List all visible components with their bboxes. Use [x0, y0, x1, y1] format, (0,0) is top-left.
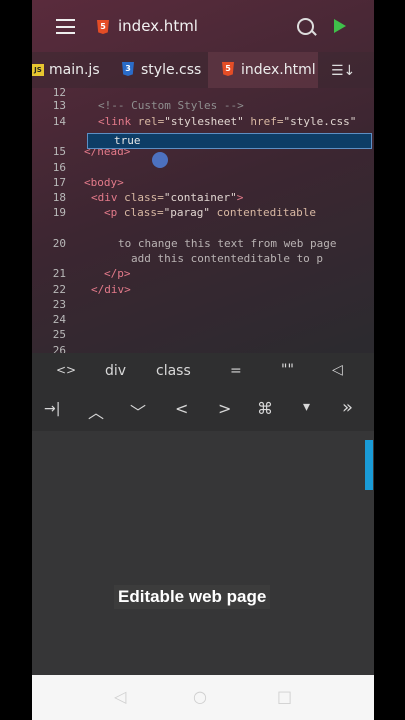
- key-quotes[interactable]: "": [281, 362, 294, 378]
- key-tag[interactable]: <>: [56, 363, 76, 377]
- tab-key-icon[interactable]: →|: [44, 401, 60, 417]
- code-editor[interactable]: 12 13 <!-- Custom Styles --> 14 <link rel="s…: [32, 86, 374, 357]
- code-line[interactable]: </div>: [91, 283, 131, 296]
- line-number: 18: [52, 191, 66, 204]
- line-number: 25: [52, 328, 66, 341]
- css3-icon: 3: [122, 62, 134, 76]
- code-line[interactable]: add this contenteditable to p: [131, 252, 323, 265]
- tab-label: style.css: [141, 62, 202, 78]
- tab-style-css[interactable]: 3 style.css: [110, 52, 208, 88]
- tab-label: index.html: [241, 62, 316, 78]
- autocomplete-item[interactable]: true: [114, 134, 141, 147]
- line-number: 22: [52, 283, 66, 296]
- line-number: 15: [52, 145, 66, 158]
- line-number: 16: [52, 161, 66, 174]
- line-number: 21: [52, 267, 66, 280]
- phone-screen: 5 index.html JS main.js 3 style.css 5 in…: [32, 0, 374, 720]
- code-line[interactable]: <link rel="stylesheet" href="style.css": [98, 115, 356, 128]
- line-number: 23: [52, 298, 66, 311]
- system-nav-bar: ◁ ○ □: [32, 675, 374, 720]
- line-number: 24: [52, 313, 66, 326]
- html5-icon: 5: [97, 20, 109, 34]
- code-line[interactable]: <!-- Custom Styles -->: [98, 99, 244, 112]
- touch-cursor: [152, 152, 168, 168]
- scrollbar-thumb[interactable]: [365, 440, 373, 490]
- run-icon[interactable]: [334, 19, 346, 33]
- code-line[interactable]: <body>: [84, 176, 124, 189]
- line-number: 20: [52, 237, 66, 250]
- back-icon[interactable]: ◁: [114, 687, 126, 706]
- arrow-up-icon[interactable]: ︿: [88, 399, 104, 423]
- file-tabs: JS main.js 3 style.css 5 index.html: [32, 52, 374, 88]
- home-icon[interactable]: ○: [193, 687, 207, 706]
- tab-main-js[interactable]: JS main.js: [32, 52, 110, 88]
- line-number: 19: [52, 206, 66, 219]
- output-panel: [32, 431, 374, 675]
- arrow-down-icon[interactable]: ﹀: [130, 399, 146, 423]
- line-number: 13: [52, 99, 66, 112]
- line-number: 17: [52, 176, 66, 189]
- key-equals[interactable]: =: [230, 363, 242, 379]
- autocomplete-popup[interactable]: true: [87, 133, 372, 149]
- navigation-bar: →| ︿ ﹀ < > ⌘ ▾ »: [32, 391, 374, 431]
- recents-icon[interactable]: □: [277, 687, 292, 706]
- key-class[interactable]: class: [156, 363, 191, 379]
- more-icon[interactable]: »: [342, 397, 353, 418]
- js-icon: JS: [32, 64, 44, 76]
- menu-icon[interactable]: [56, 19, 75, 34]
- html5-icon: 5: [222, 62, 234, 76]
- code-line[interactable]: <div class="container">: [91, 191, 243, 204]
- tab-index-html[interactable]: 5 index.html: [208, 52, 318, 88]
- send-icon[interactable]: ◁: [332, 362, 343, 378]
- sort-icon[interactable]: ☰↓: [331, 63, 355, 79]
- command-icon[interactable]: ⌘: [257, 399, 273, 418]
- code-line[interactable]: to change this text from web page: [118, 237, 337, 250]
- dropdown-icon[interactable]: ▾: [303, 399, 310, 415]
- search-icon[interactable]: [297, 18, 314, 35]
- file-title: index.html: [118, 17, 198, 35]
- arrow-left-icon[interactable]: <: [175, 399, 188, 418]
- line-number: 12: [52, 86, 66, 99]
- key-div[interactable]: div: [105, 363, 126, 379]
- app-toolbar: 5 index.html: [32, 0, 374, 52]
- code-line[interactable]: </p>: [104, 267, 131, 280]
- code-line[interactable]: <p class="parag" contenteditable: [104, 206, 316, 219]
- line-number: 14: [52, 115, 66, 128]
- video-caption: Editable web page: [114, 585, 271, 609]
- symbol-bar: <> div class = "" ◁: [32, 353, 374, 391]
- arrow-right-icon[interactable]: >: [218, 399, 231, 418]
- tab-label: main.js: [49, 62, 100, 78]
